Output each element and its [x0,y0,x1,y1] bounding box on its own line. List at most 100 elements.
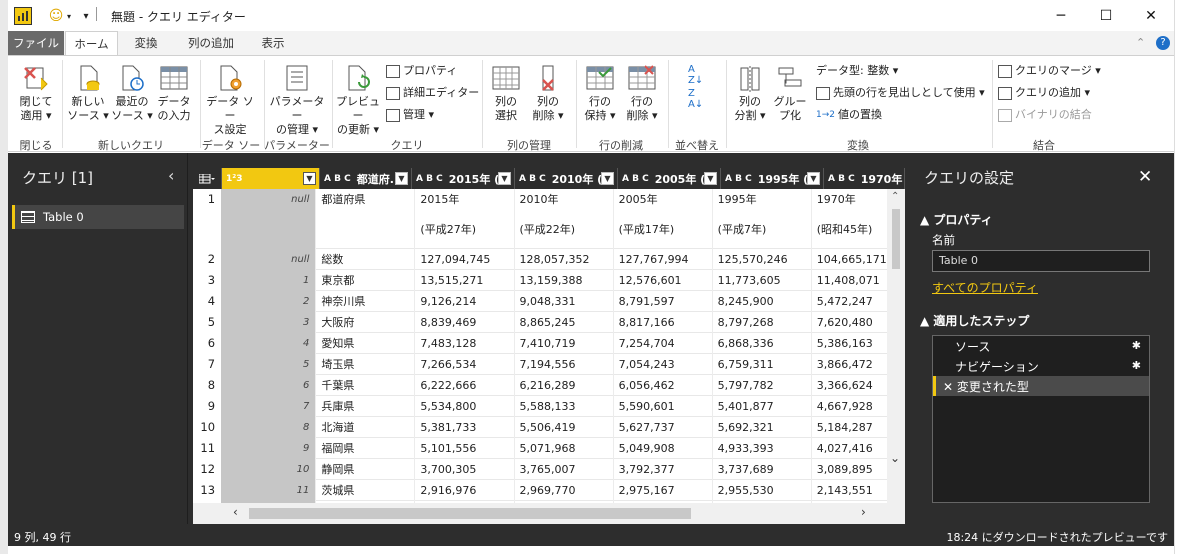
tab-transform[interactable]: 変換 [124,31,168,55]
filter-dropdown-icon[interactable]: ▼ [395,172,408,185]
tab-add-column[interactable]: 列の追加 [178,31,244,55]
help-icon[interactable]: ? [1156,36,1170,50]
close-button[interactable]: ✕ [1128,0,1174,31]
cell-index[interactable]: 7 [221,396,316,417]
vertical-scrollbar[interactable]: ⌃ ⌄ [887,189,905,503]
column-header-1995[interactable]: A B C 1995年 (... ▼ [721,168,824,189]
cell-2010[interactable]: 2010年 (平成22年) [513,189,613,249]
cell-prefecture[interactable]: 大阪府 [315,312,414,333]
gear-icon[interactable]: ✱ [1132,359,1141,372]
cell-index[interactable]: 6 [221,375,316,396]
table-menu-icon[interactable] [193,168,222,189]
cell-2015[interactable]: 9,126,214 [414,291,513,312]
cell-2015[interactable]: 2,916,976 [414,480,513,501]
cell-2005[interactable]: 5,049,908 [612,438,712,459]
cell-2015[interactable]: 13,515,271 [414,270,513,291]
cell-2015[interactable]: 7,483,128 [414,333,513,354]
table-row[interactable]: 1 null 都道府県 2015年 (平成27年) 2010年 (平成22年) 2005年… [193,189,905,249]
cell-2015[interactable]: 5,534,800 [414,396,513,417]
cell-prefecture[interactable]: 都道府県 [315,189,414,249]
type-text-icon[interactable]: A B C [519,174,546,184]
sort-descending-icon[interactable]: Z A↓ [688,88,703,110]
cell-1995[interactable]: 5,401,877 [711,396,811,417]
scroll-up-icon[interactable]: ⌃ [891,191,899,202]
maximize-button[interactable]: ☐ [1083,0,1129,31]
cell-index[interactable]: 2 [221,291,316,312]
cell-2015[interactable]: 127,094,745 [414,249,513,270]
cell-1995[interactable]: 8,245,900 [711,291,811,312]
column-header-2010[interactable]: A B C 2010年 (... ▼ [515,168,618,189]
cell-index[interactable]: 1 [221,270,316,291]
sort-ascending-icon[interactable]: A Z↓ [688,64,703,86]
group-by-button[interactable]: グルー プ化 [772,64,808,123]
cell-prefecture[interactable]: 東京都 [315,270,414,291]
tab-file[interactable]: ファイル [8,31,64,55]
cell-2010[interactable]: 9,048,331 [513,291,613,312]
cell-2010[interactable]: 7,194,556 [513,354,613,375]
filter-dropdown-icon[interactable]: ▼ [704,172,717,185]
filter-dropdown-icon[interactable]: ▼ [303,172,316,185]
cell-2010[interactable]: 128,057,352 [513,249,613,270]
type-text-icon[interactable]: A B C [416,174,443,184]
cell-prefecture[interactable]: 北海道 [315,417,414,438]
table-row[interactable]: 12 10 静岡県 3,700,305 3,765,007 3,792,377 3,737,… [193,459,905,480]
table-row[interactable]: 10 8 北海道 5,381,733 5,506,419 5,627,737 5,692,3… [193,417,905,438]
close-apply-button[interactable]: 閉じて 適用 ▾ [14,64,58,123]
filter-dropdown-icon[interactable]: ▼ [498,172,511,185]
data-source-settings-button[interactable]: データ ソー ス設定 [204,64,256,137]
cell-2005[interactable]: 127,767,994 [612,249,712,270]
cell-2010[interactable]: 5,506,419 [513,417,613,438]
column-header-1970[interactable]: A B C 1970年 (... [824,168,905,189]
all-properties-link[interactable]: すべてのプロパティ [932,279,1038,296]
use-first-row-as-headers-button[interactable]: 先頭の行を見出しとして使用 ▾ [816,86,985,100]
remove-columns-button[interactable]: 列の 削除 ▾ [528,64,568,123]
cell-2015[interactable]: 7,266,534 [414,354,513,375]
properties-button[interactable]: プロパティ [386,64,457,78]
cell-2010[interactable]: 7,410,719 [513,333,613,354]
horizontal-scrollbar[interactable]: ‹ › [193,503,905,524]
cell-1995[interactable]: 3,737,689 [711,459,811,480]
cell-2005[interactable]: 2,975,167 [612,480,712,501]
cell-1995[interactable]: 11,773,605 [711,270,811,291]
scroll-left-icon[interactable]: ‹ [233,505,238,519]
cell-prefecture[interactable]: 神奈川県 [315,291,414,312]
close-settings-icon[interactable]: ✕ [1138,167,1152,187]
cell-index[interactable]: 3 [221,312,316,333]
cell-2010[interactable]: 3,765,007 [513,459,613,480]
table-row[interactable]: 11 9 福岡県 5,101,556 5,071,968 5,049,908 4,933,3… [193,438,905,459]
smiley-icon[interactable]: ☺ [48,7,64,25]
cell-prefecture[interactable]: 埼玉県 [315,354,414,375]
cell-index[interactable]: 9 [221,438,316,459]
cell-index[interactable]: null [221,189,316,249]
table-row[interactable]: 6 4 愛知県 7,483,128 7,410,719 7,254,704 6,868,33… [193,333,905,354]
table-row[interactable]: 2 null 総数 127,094,745 128,057,352 127,767,994… [193,249,905,270]
column-header-2015[interactable]: A B C 2015年 (... ▼ [412,168,515,189]
cell-prefecture[interactable]: 福岡県 [315,438,414,459]
cell-2005[interactable]: 6,056,462 [612,375,712,396]
collapse-queries-icon[interactable]: ‹ [168,166,174,185]
keep-rows-button[interactable]: 行の 保持 ▾ [580,64,620,123]
cell-2010[interactable]: 13,159,388 [513,270,613,291]
feedback-dropdown-icon[interactable]: ▾ [64,7,74,25]
cell-2005[interactable]: 7,054,243 [612,354,712,375]
combine-binaries-button[interactable]: バイナリの結合 [998,108,1092,122]
type-integer-icon[interactable]: 1²3 [226,174,242,184]
manage-parameters-button[interactable]: パラメーター の管理 ▾ [266,64,328,137]
table-row[interactable]: 8 6 千葉県 6,222,666 6,216,289 6,056,462 5,797,78… [193,375,905,396]
cell-1995[interactable]: 5,692,321 [711,417,811,438]
cell-2010[interactable]: 5,071,968 [513,438,613,459]
merge-queries-button[interactable]: クエリのマージ ▾ [998,64,1101,78]
cell-2015[interactable]: 5,381,733 [414,417,513,438]
cell-index[interactable]: 8 [221,417,316,438]
type-text-icon[interactable]: A B C [828,174,855,184]
customize-quick-access-icon[interactable]: ▾ [80,7,92,25]
scroll-right-icon[interactable]: › [861,505,866,519]
query-item-table0[interactable]: Table 0 [12,205,184,229]
cell-prefecture[interactable]: 総数 [315,249,414,270]
horizontal-scroll-thumb[interactable] [249,508,691,519]
cell-2015[interactable]: 3,700,305 [414,459,513,480]
properties-section-header[interactable]: ▲ プロパティ [920,211,993,228]
collapse-ribbon-icon[interactable]: ⌃ [1136,36,1145,49]
advanced-editor-button[interactable]: 詳細エディター [386,86,479,100]
cell-prefecture[interactable]: 静岡県 [315,459,414,480]
